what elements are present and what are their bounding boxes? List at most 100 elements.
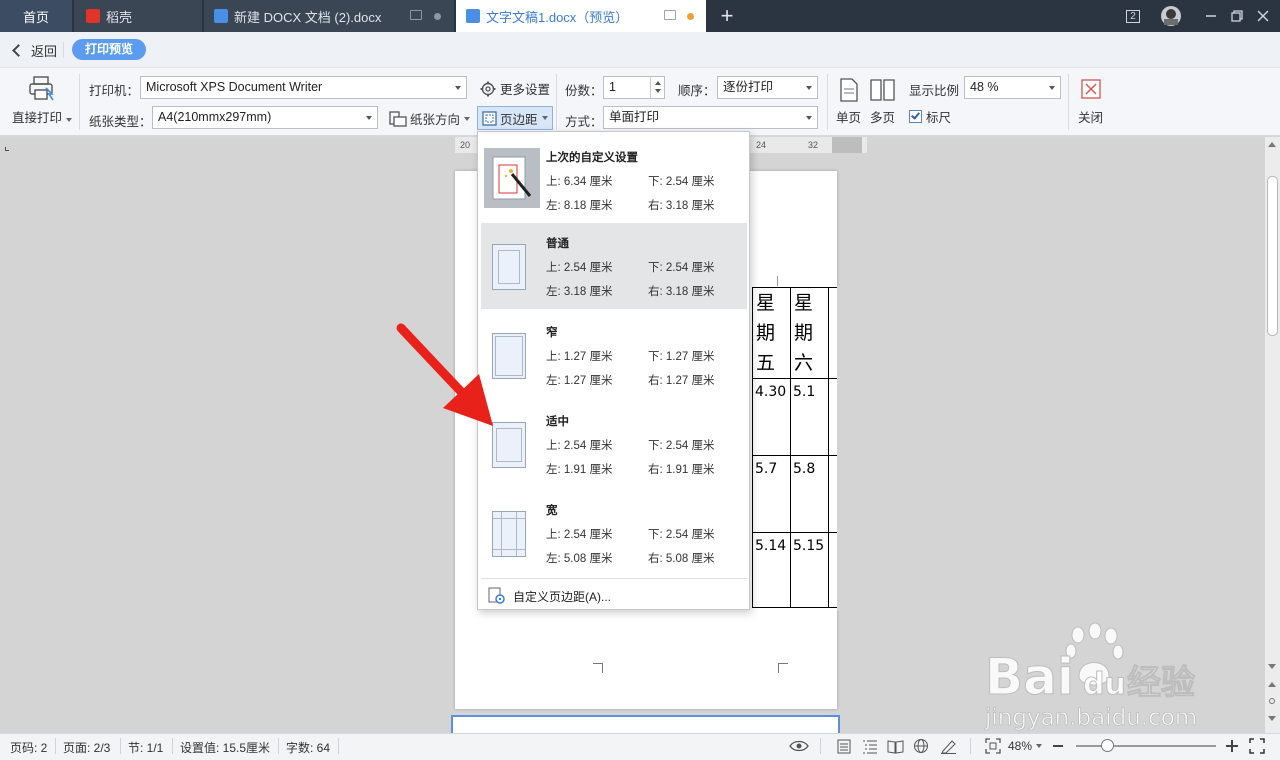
preset-left: 左: 1.27 厘米 xyxy=(546,375,613,387)
back-button[interactable]: 返回 xyxy=(12,41,57,59)
pin-icon[interactable] xyxy=(664,10,676,20)
pen-icon[interactable] xyxy=(940,738,957,754)
chevron-down-icon xyxy=(1049,86,1055,90)
close-window-button[interactable] xyxy=(1246,0,1280,32)
tab-document-2-active[interactable]: 文字文稿1.docx（预览） xyxy=(456,0,706,32)
tab-daoke[interactable]: 稻壳 xyxy=(74,0,202,32)
margin-preset-narrow[interactable]: 窄 上: 1.27 厘米 下: 1.27 厘米 左: 1.27 厘米 右: 1.… xyxy=(481,312,747,398)
table-cell: 5.14 xyxy=(752,532,791,608)
direct-print-button[interactable]: 直接打印 xyxy=(10,74,73,126)
single-page-label: 单页 xyxy=(836,111,862,125)
preset-bottom: 下: 2.54 厘米 xyxy=(648,262,715,274)
schedule-table: 星期五 星期六 4.30 5.1 5.7 5.8 5.14 5.15 xyxy=(752,287,839,608)
tab-document-1[interactable]: 新建 DOCX 文档 (2).docx xyxy=(204,0,454,32)
user-avatar[interactable] xyxy=(1154,0,1188,32)
status-page[interactable]: 页面: 2/3 xyxy=(63,739,110,756)
menu-divider xyxy=(481,578,747,579)
pin-icon[interactable] xyxy=(410,10,422,20)
paper-type-label: 纸张类型： xyxy=(89,115,152,129)
status-section[interactable]: 节: 1/1 xyxy=(128,739,163,756)
outline-view-icon[interactable] xyxy=(862,739,878,754)
method-label: 方式： xyxy=(565,115,603,129)
ruler-handle[interactable] xyxy=(832,137,862,153)
scroll-down-icon[interactable] xyxy=(1268,664,1276,669)
preset-title: 宽 xyxy=(546,505,558,517)
method-select[interactable]: 单面打印 xyxy=(603,106,818,129)
orientation-button[interactable]: 纸张方向 xyxy=(389,109,471,128)
ruler-checkbox[interactable]: 标尺 xyxy=(909,107,951,126)
table-header-cell: 星期五 xyxy=(752,287,791,379)
ruler-number: 32 xyxy=(808,140,819,150)
copies-stepper[interactable]: 1 xyxy=(603,76,665,99)
tab-document-1-label: 新建 DOCX 文档 (2).docx xyxy=(234,9,382,25)
margin-preset-last-custom[interactable]: 上次的自定义设置 上: 6.34 厘米 下: 2.54 厘米 左: 8.18 厘… xyxy=(481,136,747,222)
page-settings-icon xyxy=(488,587,505,604)
close-preview-button[interactable]: 关闭 xyxy=(1076,76,1106,125)
margins-icon xyxy=(482,110,497,126)
status-setting[interactable]: 设置值: 15.5厘米 xyxy=(180,739,270,756)
preset-left: 左: 8.18 厘米 xyxy=(546,200,613,212)
fullscreen-icon[interactable] xyxy=(1249,738,1265,754)
chevron-down-icon xyxy=(806,116,812,120)
reading-mode-icon[interactable] xyxy=(887,739,904,754)
eye-protection-icon[interactable] xyxy=(789,738,809,754)
svg-text:Bai: Bai xyxy=(985,648,1074,706)
single-page-button[interactable]: 单页 xyxy=(834,76,864,125)
browse-object-icon[interactable] xyxy=(1269,698,1275,704)
scroll-up-icon[interactable] xyxy=(1268,142,1276,147)
table-cell: 5.1 xyxy=(790,378,829,456)
margins-button[interactable]: 页边距 xyxy=(477,106,553,130)
page-margin-icon xyxy=(492,244,526,290)
status-word-count[interactable]: 字数: 64 xyxy=(286,739,330,756)
next-page-icon[interactable] xyxy=(1268,716,1276,721)
back-label: 返回 xyxy=(31,43,58,59)
preset-bottom: 下: 2.54 厘米 xyxy=(648,529,715,541)
zoom-slider-thumb[interactable] xyxy=(1101,739,1114,752)
page-view-icon[interactable] xyxy=(837,739,851,754)
zoom-out-icon[interactable] xyxy=(1053,745,1063,747)
printer-label: 打印机： xyxy=(89,84,140,98)
scrollbar-thumb[interactable] xyxy=(1267,176,1278,336)
more-settings-button[interactable]: 更多设置 xyxy=(480,79,550,98)
prev-page-icon[interactable] xyxy=(1268,682,1276,687)
zoom-level-button[interactable]: 48% xyxy=(1008,739,1043,753)
word-doc-icon xyxy=(214,9,228,23)
multi-page-button[interactable]: 多页 xyxy=(868,76,898,125)
status-page-code[interactable]: 页码: 2 xyxy=(10,739,47,756)
tab-home[interactable]: 首页 xyxy=(0,0,72,32)
preset-left: 左: 5.08 厘米 xyxy=(546,553,613,565)
margin-preset-normal[interactable]: 普通 上: 2.54 厘米 下: 2.54 厘米 左: 3.18 厘米 右: 3… xyxy=(481,223,747,309)
unsaved-dot-icon xyxy=(687,13,694,20)
printer-select[interactable]: Microsoft XPS Document Writer xyxy=(140,76,467,99)
zoom-in-icon[interactable] xyxy=(1226,740,1238,752)
print-preview-badge: 打印预览 xyxy=(72,39,147,60)
margin-preset-wide[interactable]: 宽 上: 2.54 厘米 下: 2.54 厘米 左: 5.08 厘米 右: 5.… xyxy=(481,490,747,576)
web-layout-icon[interactable] xyxy=(913,738,929,754)
zoom-select[interactable]: 48 % xyxy=(964,76,1061,99)
paper-type-select[interactable]: A4(210mmx297mm) xyxy=(152,106,378,129)
divider xyxy=(120,738,121,754)
daoke-icon xyxy=(86,9,100,23)
zoom-slider[interactable] xyxy=(1076,745,1216,747)
page-gutter xyxy=(837,286,867,611)
preset-top: 上: 2.54 厘米 xyxy=(546,262,613,274)
stepper-arrows-icon xyxy=(650,77,664,98)
new-tab-button[interactable]: + xyxy=(714,0,740,32)
preset-right: 右: 1.27 厘米 xyxy=(648,375,715,387)
fit-page-icon[interactable] xyxy=(985,738,1001,754)
divider xyxy=(172,738,173,754)
preset-title: 上次的自定义设置 xyxy=(546,152,638,164)
page-margin-icon xyxy=(492,511,526,557)
preset-left: 左: 3.18 厘米 xyxy=(546,286,613,298)
divider xyxy=(55,738,56,754)
margin-preset-moderate[interactable]: 适中 上: 2.54 厘米 下: 2.54 厘米 左: 1.91 厘米 右: 1… xyxy=(481,401,747,487)
custom-margins-item[interactable]: 自定义页边距(A)... xyxy=(481,582,747,608)
copies-label: 份数： xyxy=(565,84,603,98)
window-count-button[interactable]: 2 xyxy=(1116,0,1150,32)
gear-icon xyxy=(480,81,496,96)
crop-mark xyxy=(593,663,603,673)
order-select[interactable]: 逐份打印 xyxy=(717,76,818,99)
preset-title: 窄 xyxy=(546,327,558,339)
table-cell: 4.30 xyxy=(752,378,791,456)
table-cell: 5.7 xyxy=(752,455,791,533)
